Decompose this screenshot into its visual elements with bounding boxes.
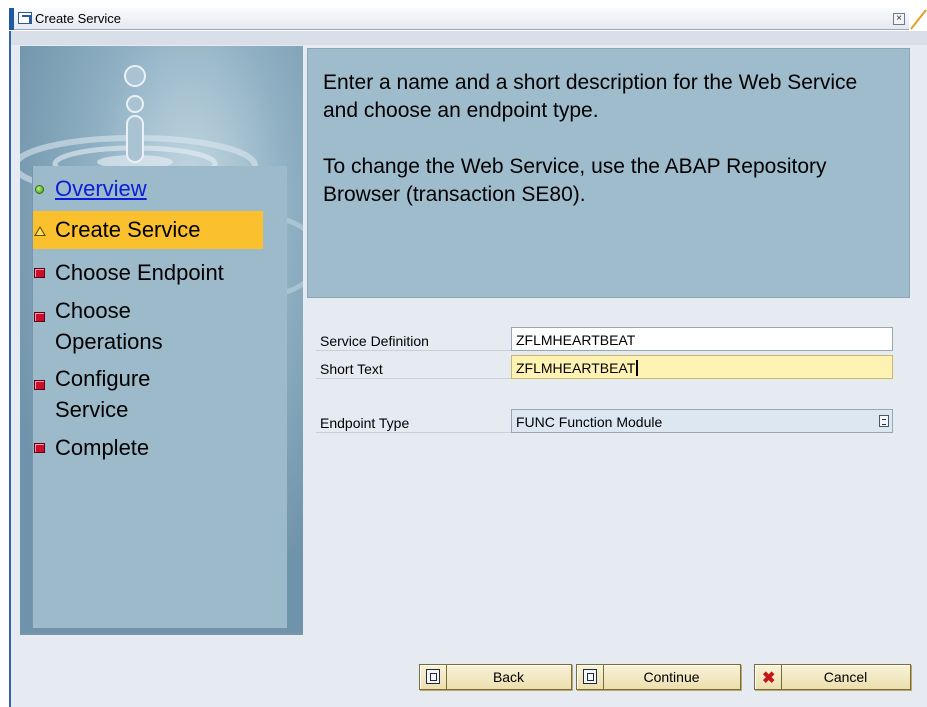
dialog-header-strip (11, 31, 927, 45)
service-definition-row: Service Definition ZFLMHEARTBEAT (316, 327, 896, 351)
info-panel: Enter a name and a short description for… (307, 48, 910, 298)
back-button-label: Back (492, 669, 525, 685)
back-button[interactable]: Back (419, 664, 572, 690)
roadmap-footer-line (20, 633, 303, 635)
window-title: Create Service (35, 11, 121, 26)
continue-button-label: Continue (643, 669, 700, 685)
titlebar-accent (9, 8, 14, 30)
roadmap-step-label-line1: Choose (55, 298, 131, 323)
info-paragraph-2: To change the Web Service, use the ABAP … (323, 155, 827, 206)
short-text-label: Short Text (320, 361, 383, 377)
roadmap-step-label-line2: Operations (55, 329, 163, 354)
endpoint-type-label: Endpoint Type (320, 415, 410, 431)
short-text-value: ZFLMHEARTBEAT (516, 360, 636, 376)
green-dot-icon (33, 176, 46, 202)
roadmap-step-label: Create Service (55, 217, 201, 242)
text-cursor (636, 360, 639, 376)
endpoint-type-value: FUNC Function Module (516, 414, 663, 430)
red-square-icon (33, 298, 46, 324)
roadmap-step-choose-endpoint[interactable]: Choose Endpoint (33, 260, 224, 286)
short-text-field[interactable]: ZFLMHEARTBEAT (511, 355, 893, 379)
window-icon (18, 12, 32, 24)
corner-accent (910, 9, 927, 30)
roadmap-step-label: Choose Endpoint (55, 260, 224, 285)
roadmap-step-label-line1: Configure (55, 366, 151, 391)
red-square-icon (33, 366, 46, 392)
red-square-icon (33, 435, 46, 461)
red-square-icon (33, 260, 46, 286)
dialog-body: Overview Create Service Choose Endpoint … (9, 31, 927, 707)
roadmap-step-label-line2: Service (55, 397, 129, 422)
cancel-button-label: Cancel (823, 669, 868, 685)
dropdown-icon[interactable] (879, 415, 889, 427)
window-titlebar: Create Service × (9, 8, 909, 30)
roadmap-step-configure-service[interactable]: Configure Service (33, 366, 150, 423)
short-text-row: Short Text ZFLMHEARTBEAT (316, 355, 896, 379)
info-paragraph-1: Enter a name and a short description for… (323, 71, 858, 122)
continue-button[interactable]: Continue (576, 664, 741, 690)
roadmap-step-label[interactable]: Overview (55, 176, 147, 202)
roadmap-step-overview[interactable]: Overview (33, 176, 147, 202)
roadmap-step-complete[interactable]: Complete (33, 435, 149, 461)
roadmap-step-label: Complete (55, 435, 150, 460)
roadmap-step-choose-operations[interactable]: Choose Operations (33, 298, 163, 355)
endpoint-type-select[interactable]: FUNC Function Module (511, 409, 893, 433)
service-definition-field[interactable]: ZFLMHEARTBEAT (511, 327, 893, 351)
endpoint-type-row: Endpoint Type FUNC Function Module (316, 409, 896, 433)
roadmap-step-create-service[interactable]: Create Service (33, 211, 263, 249)
service-definition-label: Service Definition (320, 333, 429, 349)
yellow-triangle-icon (33, 217, 46, 243)
cancel-button[interactable]: ✖ Cancel (754, 664, 911, 690)
close-icon[interactable]: × (893, 13, 905, 25)
